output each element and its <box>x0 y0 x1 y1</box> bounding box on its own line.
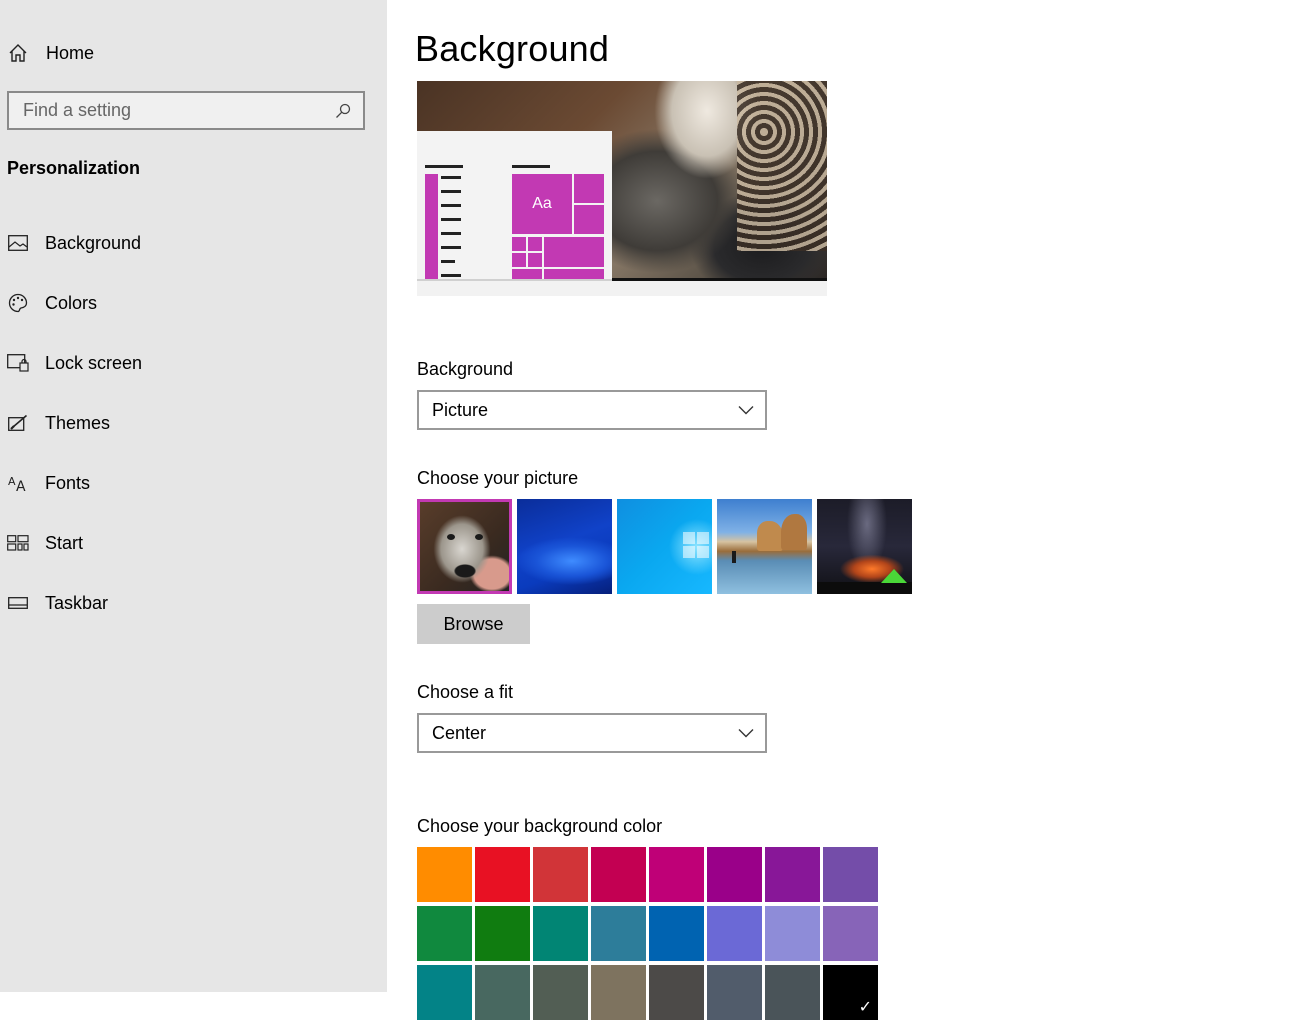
chevron-down-icon <box>737 401 755 419</box>
home-label: Home <box>46 42 95 63</box>
color-swatch[interactable] <box>417 965 472 1020</box>
color-swatch[interactable] <box>649 847 704 902</box>
sidebar-item-label: Themes <box>45 412 111 433</box>
background-type-dropdown[interactable]: Picture <box>417 390 767 430</box>
color-swatch[interactable] <box>823 906 878 961</box>
page-title: Background <box>415 28 610 69</box>
sidebar-item-label: Background <box>45 232 142 253</box>
desktop-preview: Aa <box>417 81 827 296</box>
color-swatch[interactable]: ✓ <box>823 965 878 1020</box>
color-swatch[interactable] <box>533 965 588 1020</box>
picture-thumbnail-windows-light[interactable] <box>617 499 712 594</box>
color-swatch[interactable] <box>765 906 820 961</box>
background-color-label: Choose your background color <box>417 816 663 836</box>
color-swatch[interactable] <box>823 847 878 902</box>
home-nav-item[interactable]: Home <box>7 38 377 68</box>
sidebar-item-label: Fonts <box>45 472 91 493</box>
browse-button[interactable]: Browse <box>417 604 530 644</box>
color-swatch[interactable] <box>475 965 530 1020</box>
color-swatch[interactable] <box>475 847 530 902</box>
fit-value: Center <box>432 722 487 743</box>
color-swatch[interactable] <box>417 847 472 902</box>
lock-screen-icon <box>7 352 29 374</box>
sidebar-item-background[interactable]: Background <box>0 218 387 268</box>
background-type-label: Background <box>417 359 514 379</box>
svg-text:A: A <box>16 479 26 492</box>
color-swatch[interactable] <box>707 906 762 961</box>
sidebar-item-label: Lock screen <box>45 352 143 373</box>
choose-picture-label: Choose your picture <box>417 468 579 488</box>
color-swatch[interactable] <box>591 847 646 902</box>
preview-tile: Aa <box>512 174 572 234</box>
sidebar-item-colors[interactable]: Colors <box>0 278 387 328</box>
sidebar-item-fonts[interactable]: AA Fonts <box>0 458 387 508</box>
color-swatch[interactable] <box>533 847 588 902</box>
svg-text:A: A <box>8 475 16 488</box>
picture-thumbnail-beach[interactable] <box>717 499 812 594</box>
taskbar-icon <box>7 592 29 614</box>
home-icon <box>7 42 29 64</box>
fit-dropdown[interactable]: Center <box>417 713 767 753</box>
color-swatch[interactable] <box>591 906 646 961</box>
color-swatch[interactable] <box>649 965 704 1020</box>
picture-thumbnail-night-sky[interactable] <box>817 499 912 594</box>
sidebar-item-label: Start <box>45 532 84 553</box>
color-swatch[interactable] <box>649 906 704 961</box>
picture-thumbnail-dog[interactable] <box>417 499 512 594</box>
search-box[interactable] <box>7 91 365 130</box>
color-swatch[interactable] <box>707 965 762 1020</box>
color-swatch[interactable] <box>475 906 530 961</box>
start-grid-icon <box>7 532 29 554</box>
picture-icon <box>7 232 29 254</box>
choose-fit-label: Choose a fit <box>417 682 514 702</box>
color-swatch[interactable] <box>765 847 820 902</box>
sidebar-item-themes[interactable]: Themes <box>0 398 387 448</box>
color-swatch[interactable] <box>417 906 472 961</box>
preview-start-menu: Aa <box>417 131 612 281</box>
color-swatch[interactable] <box>765 965 820 1020</box>
sidebar-item-label: Taskbar <box>45 592 109 613</box>
sidebar: Home Personalization Background Colors L… <box>0 0 387 992</box>
checkmark-icon: ✓ <box>858 999 872 1016</box>
themes-brush-icon <box>7 412 29 434</box>
sidebar-item-label: Colors <box>45 292 98 313</box>
fonts-icon: AA <box>7 472 29 494</box>
color-swatch-grid: ✓ <box>417 847 887 1020</box>
sidebar-item-lock-screen[interactable]: Lock screen <box>0 338 387 388</box>
background-type-value: Picture <box>432 399 489 420</box>
section-title: Personalization <box>7 158 141 178</box>
picture-thumbnails <box>417 499 917 594</box>
palette-icon <box>7 292 29 314</box>
sidebar-item-start[interactable]: Start <box>0 518 387 568</box>
color-swatch[interactable] <box>533 906 588 961</box>
windows-logo-icon <box>683 532 709 558</box>
color-swatch[interactable] <box>707 847 762 902</box>
chevron-down-icon <box>737 724 755 742</box>
sidebar-item-taskbar[interactable]: Taskbar <box>0 578 387 628</box>
color-swatch[interactable] <box>591 965 646 1020</box>
search-input[interactable] <box>9 99 325 122</box>
search-icon[interactable] <box>333 101 353 121</box>
picture-thumbnail-blue-waves[interactable] <box>517 499 612 594</box>
